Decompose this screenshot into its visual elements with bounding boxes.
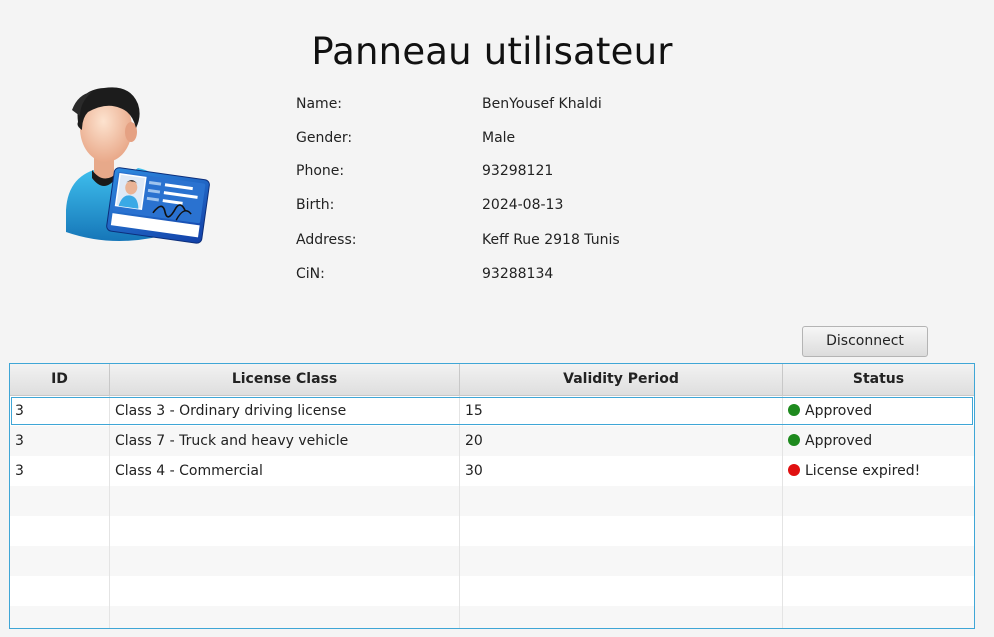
name-label: Name: <box>296 96 343 112</box>
empty-table-row <box>10 516 974 546</box>
birth-value: 2024-08-13 <box>482 197 564 213</box>
address-label: Address: <box>296 232 357 248</box>
table-row[interactable]: 3 Class 4 - Commercial 30 License expire… <box>10 456 974 486</box>
phone-label: Phone: <box>296 163 345 179</box>
cin-label: CiN: <box>296 266 325 282</box>
status-dot-icon <box>788 464 800 476</box>
gender-value: Male <box>482 130 516 146</box>
cell-id: 3 <box>10 396 110 426</box>
table-header: ID License Class Validity Period Status <box>10 364 974 396</box>
gender-label: Gender: <box>296 130 353 146</box>
table-row[interactable]: 3 Class 3 - Ordinary driving license 15 … <box>10 396 974 426</box>
cell-license-class: Class 7 - Truck and heavy vehicle <box>110 426 460 456</box>
cell-id: 3 <box>10 456 110 486</box>
name-value: BenYousef Khaldi <box>482 96 602 112</box>
cell-license-class: Class 4 - Commercial <box>110 456 460 486</box>
page-title: Panneau utilisateur <box>311 30 673 73</box>
cell-validity: 20 <box>460 426 783 456</box>
disconnect-button[interactable]: Disconnect <box>802 326 928 357</box>
cell-status: Approved <box>783 396 974 426</box>
license-table[interactable]: ID License Class Validity Period Status … <box>9 363 975 629</box>
user-with-id-card-icon <box>66 87 210 244</box>
column-header-license-class[interactable]: License Class <box>110 364 460 395</box>
birth-label: Birth: <box>296 197 335 213</box>
user-panel-window: Panneau utilisateur Name: BenYousef Khal… <box>0 0 994 637</box>
empty-table-row <box>10 606 974 628</box>
status-text: Approved <box>805 433 873 449</box>
cell-validity: 30 <box>460 456 783 486</box>
cell-status: Approved <box>783 426 974 456</box>
status-text: Approved <box>805 403 873 419</box>
empty-table-row <box>10 546 974 576</box>
empty-table-row <box>10 576 974 606</box>
table-row[interactable]: 3 Class 7 - Truck and heavy vehicle 20 A… <box>10 426 974 456</box>
phone-value: 93298121 <box>482 163 554 179</box>
cell-status: License expired! <box>783 456 974 486</box>
cin-value: 93288134 <box>482 266 554 282</box>
column-header-validity-period[interactable]: Validity Period <box>460 364 783 395</box>
cell-license-class: Class 3 - Ordinary driving license <box>110 396 460 426</box>
column-header-id[interactable]: ID <box>10 364 110 395</box>
cell-id: 3 <box>10 426 110 456</box>
empty-table-row <box>10 486 974 516</box>
status-dot-icon <box>788 404 800 416</box>
status-dot-icon <box>788 434 800 446</box>
cell-validity: 15 <box>460 396 783 426</box>
column-header-status[interactable]: Status <box>783 364 974 395</box>
status-text: License expired! <box>805 463 921 479</box>
address-value: Keff Rue 2918 Tunis <box>482 232 620 248</box>
